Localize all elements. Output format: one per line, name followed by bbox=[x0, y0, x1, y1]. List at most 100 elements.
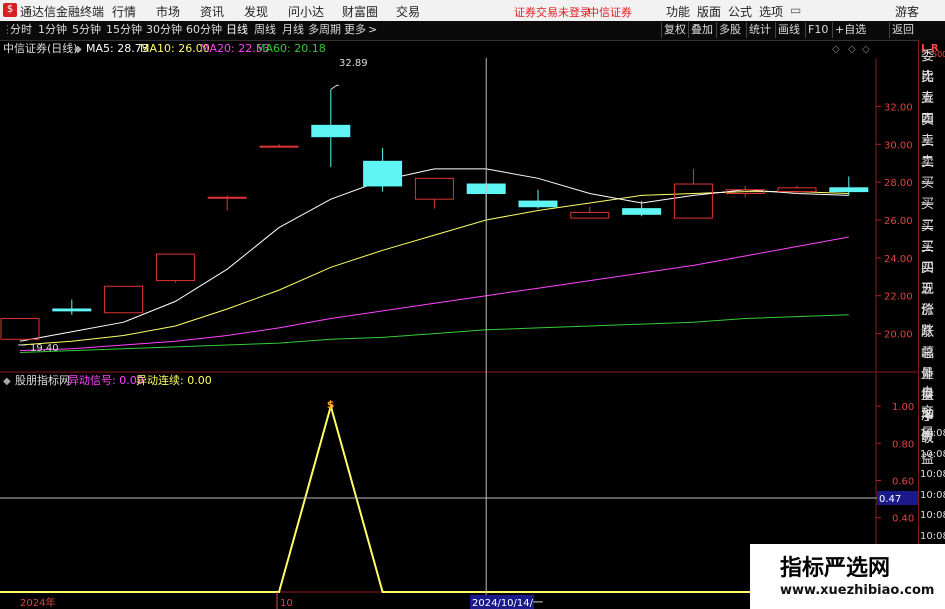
candle-body bbox=[259, 145, 299, 148]
period-15min[interactable]: 15分钟 bbox=[106, 23, 142, 37]
period-30min[interactable]: 30分钟 bbox=[146, 23, 182, 37]
title-bar: $ 通达信金融终端 行情 市场 资讯 发现 问小达 财富圈 交易 证券交易未登录… bbox=[0, 0, 945, 21]
adjust-button[interactable]: 复权 bbox=[661, 22, 688, 38]
sidebar-item[interactable]: 10:08 bbox=[920, 444, 945, 465]
kline-chart[interactable]: 中信证券(日线) ◆ MA5: 28.73 MA10: 26.00 MA20: … bbox=[0, 40, 918, 609]
sidebar-item[interactable]: 10:08 bbox=[920, 423, 945, 444]
candle bbox=[259, 144, 299, 148]
panel-close-icon[interactable]: ◇ bbox=[862, 44, 870, 55]
minimize-icon[interactable]: ▭ bbox=[790, 3, 801, 17]
ma60-line bbox=[19, 314, 849, 353]
more-chevron-icon[interactable]: > bbox=[368, 23, 377, 37]
candle-body bbox=[777, 187, 817, 193]
watermark-banner: 指标严选网 www.xuezhibiao.com bbox=[750, 544, 945, 609]
watermark-title: 指标严选网 bbox=[780, 556, 891, 581]
price-tick-label: 24.00 bbox=[884, 254, 913, 265]
price-tick-label: 30.00 bbox=[884, 140, 913, 151]
indicator-tick-label: 0.40 bbox=[892, 514, 914, 525]
period-intraday[interactable]: 分时 bbox=[10, 23, 32, 37]
broker-name[interactable]: 中信证券 bbox=[588, 4, 632, 20]
indicator-tick-label: 0.80 bbox=[892, 439, 914, 450]
f10-button[interactable]: F10 bbox=[805, 22, 830, 38]
sidebar-item[interactable]: 10:08 bbox=[920, 464, 945, 485]
period-60min[interactable]: 60分钟 bbox=[186, 23, 222, 37]
candle-body bbox=[104, 285, 144, 314]
period-1min[interactable]: 1分钟 bbox=[38, 23, 67, 37]
candle-body bbox=[207, 196, 247, 199]
candle bbox=[311, 89, 351, 167]
sub-indicator-toggle-icon[interactable]: ◆ bbox=[3, 376, 11, 387]
period-daily[interactable]: 日线 bbox=[226, 23, 248, 37]
indicator-tick-label: 0.60 bbox=[892, 476, 914, 487]
menu-layout[interactable]: 版面 bbox=[697, 3, 721, 20]
back-button[interactable]: 返回 bbox=[889, 22, 916, 38]
candle bbox=[52, 299, 92, 315]
price-tick-label: 28.00 bbox=[884, 178, 913, 189]
sidebar-item[interactable]: 10:08 bbox=[920, 505, 945, 526]
time-label-month: 10 bbox=[280, 598, 293, 609]
multi-stock-button[interactable]: 多股 bbox=[716, 22, 743, 38]
candle bbox=[414, 177, 454, 209]
candle bbox=[570, 206, 610, 219]
menu-quotes[interactable]: 行情 bbox=[112, 3, 136, 20]
sub-indicator-title: 股朋指标网 bbox=[15, 373, 70, 387]
price-tick-label: 20.00 bbox=[884, 330, 913, 341]
candle-body bbox=[311, 124, 351, 138]
cursor-value: 0.47 bbox=[879, 494, 901, 505]
signal-marker: $ bbox=[327, 398, 335, 411]
period-monthly[interactable]: 月线 bbox=[282, 23, 304, 37]
moving-average-lines bbox=[19, 168, 849, 353]
period-5min[interactable]: 5分钟 bbox=[72, 23, 101, 37]
period-more[interactable]: 更多 bbox=[344, 23, 366, 37]
stats-button[interactable]: 统计 bbox=[746, 22, 773, 38]
candle-body bbox=[0, 317, 40, 340]
watermark-url: www.xuezhibiao.com bbox=[780, 583, 935, 598]
price-tick-label: 26.00 bbox=[884, 216, 913, 227]
menu-market[interactable]: 市场 bbox=[156, 3, 180, 20]
candle-body bbox=[829, 187, 869, 193]
app-logo-icon: $ bbox=[3, 3, 17, 17]
candle-body bbox=[155, 253, 195, 282]
candle bbox=[622, 201, 662, 217]
period-multi[interactable]: 多周期 bbox=[308, 23, 341, 37]
candle bbox=[207, 195, 247, 211]
indicator-tick-label: 1.00 bbox=[892, 402, 914, 413]
quote-sidebar: L R 500 委比 卖五 卖四 卖三 卖二 卖一 买一 买二 买三 买四 买五 现价 涨跌 涨幅 总量 外盘… bbox=[918, 40, 945, 609]
candle-body bbox=[622, 208, 662, 215]
menu-options[interactable]: 选项 bbox=[759, 3, 783, 20]
menu-wealth[interactable]: 财富圈 bbox=[342, 3, 378, 20]
indicator-toggle-icon[interactable]: ◆ bbox=[74, 44, 82, 55]
trade-login-status[interactable]: 证券交易未登录 bbox=[514, 4, 591, 20]
ma5-line bbox=[19, 168, 849, 342]
candle bbox=[518, 189, 558, 209]
add-watchlist-button[interactable]: +自选 bbox=[832, 22, 868, 38]
menu-formula[interactable]: 公式 bbox=[728, 3, 752, 20]
candle-body bbox=[673, 183, 713, 219]
time-label-year: 2024年 bbox=[20, 596, 55, 609]
price-tick-label: 32.00 bbox=[884, 102, 913, 113]
high-marker bbox=[330, 84, 339, 90]
candle-body bbox=[363, 160, 403, 187]
menu-discover[interactable]: 发现 bbox=[244, 3, 268, 20]
candle bbox=[363, 148, 403, 192]
panel-options-icon[interactable]: ◇ bbox=[832, 44, 840, 55]
user-label[interactable]: 游客 bbox=[895, 3, 919, 20]
ma60-label: MA60: 20.18 bbox=[256, 42, 326, 55]
overlay-button[interactable]: 叠加 bbox=[688, 22, 715, 38]
continuation-label: 异动连续: 0.00 bbox=[136, 373, 212, 387]
menu-trade[interactable]: 交易 bbox=[396, 3, 420, 20]
menu-function[interactable]: 功能 bbox=[666, 3, 690, 20]
signal-line bbox=[0, 402, 876, 593]
signal-label: 异动信号: 0.00 bbox=[68, 374, 144, 387]
menu-ask[interactable]: 问小达 bbox=[288, 3, 324, 20]
menu-news[interactable]: 资讯 bbox=[200, 3, 224, 20]
high-price-label: 32.89 bbox=[339, 58, 368, 69]
candle-body bbox=[570, 211, 610, 219]
sidebar-item[interactable]: 10:08 bbox=[920, 485, 945, 506]
draw-line-button[interactable]: 画线 bbox=[775, 22, 802, 38]
period-weekly[interactable]: 周线 bbox=[254, 23, 276, 37]
indicator-plot: $ bbox=[0, 398, 876, 593]
panel-expand-icon[interactable]: ◇ bbox=[848, 44, 856, 55]
price-tick-label: 22.00 bbox=[884, 292, 913, 303]
indicator-axis: 1.00 0.80 0.60 0.40 bbox=[876, 402, 914, 525]
